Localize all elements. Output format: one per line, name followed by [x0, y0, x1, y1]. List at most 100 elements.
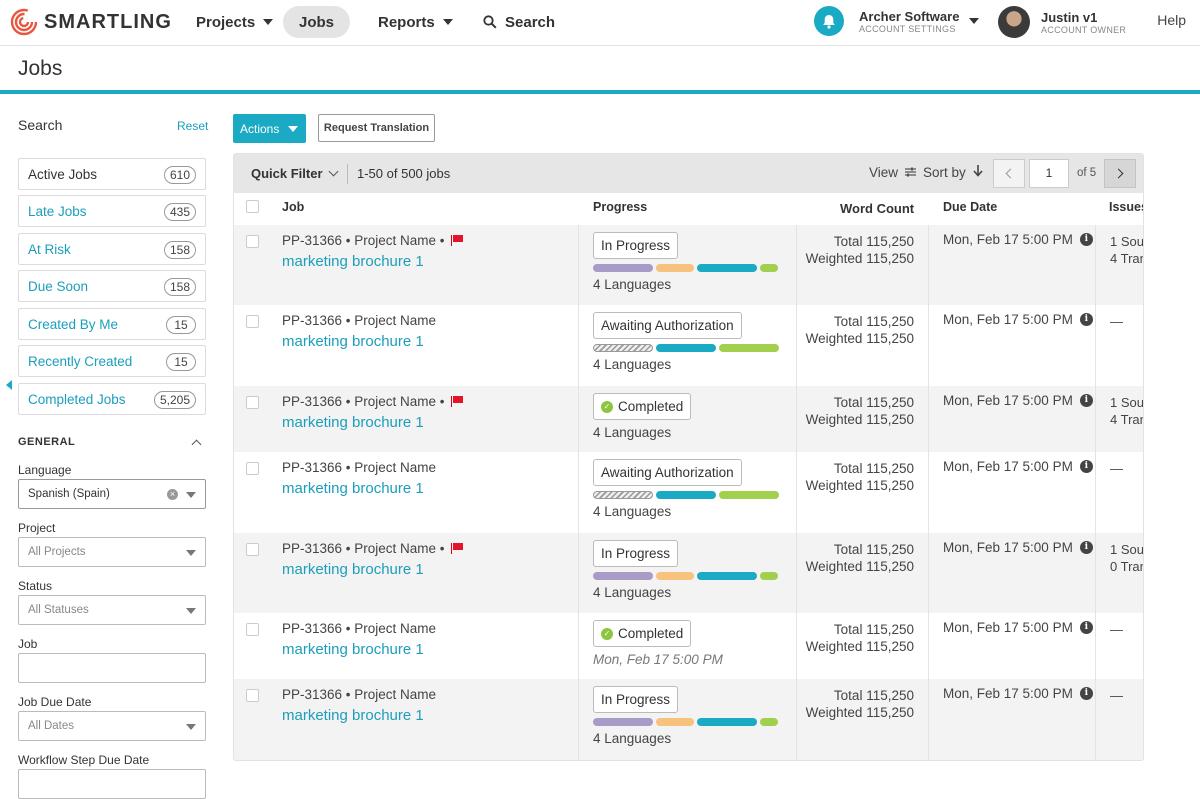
- job-name-link[interactable]: marketing brochure 1: [282, 480, 424, 497]
- row-checkbox[interactable]: [246, 462, 259, 475]
- progress-segment: [760, 718, 778, 726]
- column-job[interactable]: Job: [282, 200, 304, 214]
- prev-page-button[interactable]: [993, 159, 1025, 188]
- info-icon[interactable]: i: [1079, 621, 1093, 634]
- filter-label: Created By Me: [28, 316, 119, 332]
- word-count: Total 115,250 Weighted 115,250: [794, 460, 914, 494]
- info-icon[interactable]: i: [1079, 233, 1093, 246]
- info-icon[interactable]: i: [1079, 313, 1093, 326]
- table-row[interactable]: PP-31366 • Project Name marketing brochur…: [234, 452, 1143, 533]
- job-due-date-select[interactable]: All Dates: [18, 711, 206, 741]
- table-row[interactable]: PP-31366 • Project Name marketing brochur…: [234, 613, 1143, 679]
- workflow-step-due-date-label: Workflow Step Due Date: [18, 753, 150, 767]
- job-name-link[interactable]: marketing brochure 1: [282, 641, 424, 658]
- row-checkbox[interactable]: [246, 623, 259, 636]
- filter-recently-created[interactable]: Recently Created 15: [18, 345, 206, 377]
- language-select[interactable]: Spanish (Spain) ×: [18, 479, 206, 509]
- smartling-logo[interactable]: SMARTLING: [10, 8, 172, 36]
- progress-segment: [593, 344, 653, 352]
- column-word-count[interactable]: Word Count: [840, 201, 914, 216]
- clear-icon[interactable]: ×: [167, 489, 178, 500]
- nav-projects[interactable]: Projects: [196, 6, 274, 38]
- filter-active-jobs[interactable]: Active Jobs 610: [18, 158, 206, 190]
- job-project-id: PP-31366 • Project Name •: [282, 233, 464, 248]
- table-row[interactable]: PP-31366 • Project Name • marketing broch…: [234, 386, 1143, 452]
- filter-due-soon[interactable]: Due Soon 158: [18, 270, 206, 302]
- chevron-down-icon[interactable]: [328, 166, 339, 177]
- workflow-step-due-date-select[interactable]: [18, 769, 206, 799]
- job-name-link[interactable]: marketing brochure 1: [282, 414, 424, 431]
- table-row[interactable]: PP-31366 • Project Name marketing brochur…: [234, 305, 1143, 386]
- word-count: Total 115,250 Weighted 115,250: [794, 313, 914, 347]
- column-divider: [928, 225, 929, 305]
- word-count-weighted: Weighted 115,250: [805, 251, 914, 266]
- collapse-sidebar-icon[interactable]: [6, 380, 12, 390]
- reset-link[interactable]: Reset: [177, 119, 208, 133]
- row-checkbox[interactable]: [246, 315, 259, 328]
- request-translation-button[interactable]: Request Translation: [318, 114, 435, 142]
- select-all-checkbox[interactable]: [246, 200, 259, 213]
- progress-segment: [593, 572, 653, 580]
- word-count-weighted: Weighted 115,250: [805, 639, 914, 654]
- next-page-button[interactable]: [1104, 159, 1136, 188]
- filter-completed-jobs[interactable]: Completed Jobs 5,205: [18, 383, 206, 415]
- avatar: [998, 6, 1030, 38]
- table-row[interactable]: PP-31366 • Project Name • marketing broch…: [234, 533, 1143, 613]
- status-badge: ✓ Completed: [593, 620, 692, 647]
- caret-down-icon: [442, 19, 453, 25]
- table-row[interactable]: PP-31366 • Project Name marketing brochur…: [234, 679, 1143, 760]
- nav-jobs[interactable]: Jobs: [283, 6, 351, 38]
- page-total: of 5: [1077, 167, 1097, 179]
- row-checkbox[interactable]: [246, 235, 259, 248]
- word-count: Total 115,250 Weighted 115,250: [794, 541, 914, 575]
- column-divider: [578, 533, 579, 613]
- chevron-up-icon[interactable]: [191, 439, 202, 450]
- filter-late-jobs[interactable]: Late Jobs 435: [18, 195, 206, 227]
- column-issues[interactable]: Issues: [1109, 200, 1143, 214]
- nav-search[interactable]: Search: [483, 6, 555, 38]
- info-icon[interactable]: i: [1079, 687, 1093, 700]
- sort-label: Sort by: [923, 165, 966, 180]
- column-divider: [1095, 679, 1096, 760]
- project-select[interactable]: All Projects: [18, 537, 206, 567]
- column-progress[interactable]: Progress: [593, 200, 647, 214]
- status-select[interactable]: All Statuses: [18, 595, 206, 625]
- job-id-text: PP-31366 • Project Name: [282, 460, 437, 475]
- job-name-link[interactable]: marketing brochure 1: [282, 561, 424, 578]
- filter-created-by-me[interactable]: Created By Me 15: [18, 308, 206, 340]
- word-count: Total 115,250 Weighted 115,250: [794, 394, 914, 428]
- sort-by-button[interactable]: Sort by: [923, 165, 983, 180]
- job-name-link[interactable]: marketing brochure 1: [282, 707, 424, 724]
- nav-reports[interactable]: Reports: [378, 6, 453, 38]
- row-checkbox[interactable]: [246, 396, 259, 409]
- issues-line: 1 Source: [1110, 234, 1144, 249]
- column-due-date[interactable]: Due Date: [943, 200, 997, 214]
- help-link[interactable]: Help: [1157, 12, 1186, 28]
- filter-count-badge: 5,205: [153, 391, 196, 409]
- issues-cell: —: [1110, 687, 1123, 704]
- table-row[interactable]: PP-31366 • Project Name • marketing broch…: [234, 225, 1144, 305]
- word-count-total: Total 115,250: [833, 542, 914, 557]
- job-due-date-value: All Dates: [28, 720, 75, 732]
- job-name-link[interactable]: marketing brochure 1: [282, 253, 424, 270]
- column-divider: [1095, 613, 1096, 679]
- issues-line: —: [1110, 461, 1123, 476]
- info-icon[interactable]: i: [1079, 460, 1093, 473]
- user-menu[interactable]: Justin v1 ACCOUNT OWNER: [998, 6, 1126, 38]
- page-number-input[interactable]: 1: [1029, 159, 1069, 188]
- row-checkbox[interactable]: [246, 543, 259, 556]
- account-settings-menu[interactable]: Archer Software ACCOUNT SETTINGS: [814, 6, 980, 36]
- progress-subtext: 4 Languages: [593, 425, 672, 440]
- notifications-bell-icon[interactable]: [814, 6, 844, 36]
- row-checkbox[interactable]: [246, 689, 259, 702]
- job-input[interactable]: [18, 653, 206, 683]
- filter-at-risk[interactable]: At Risk 158: [18, 233, 206, 265]
- job-name-link[interactable]: marketing brochure 1: [282, 333, 424, 350]
- info-icon[interactable]: i: [1079, 394, 1093, 407]
- actions-button[interactable]: Actions: [233, 114, 306, 143]
- progress-segment: [656, 344, 716, 352]
- view-options-button[interactable]: View: [869, 165, 916, 180]
- info-icon[interactable]: i: [1079, 541, 1093, 554]
- quick-filter-dropdown[interactable]: Quick Filter: [251, 166, 323, 181]
- word-count-total: Total 115,250: [833, 234, 914, 249]
